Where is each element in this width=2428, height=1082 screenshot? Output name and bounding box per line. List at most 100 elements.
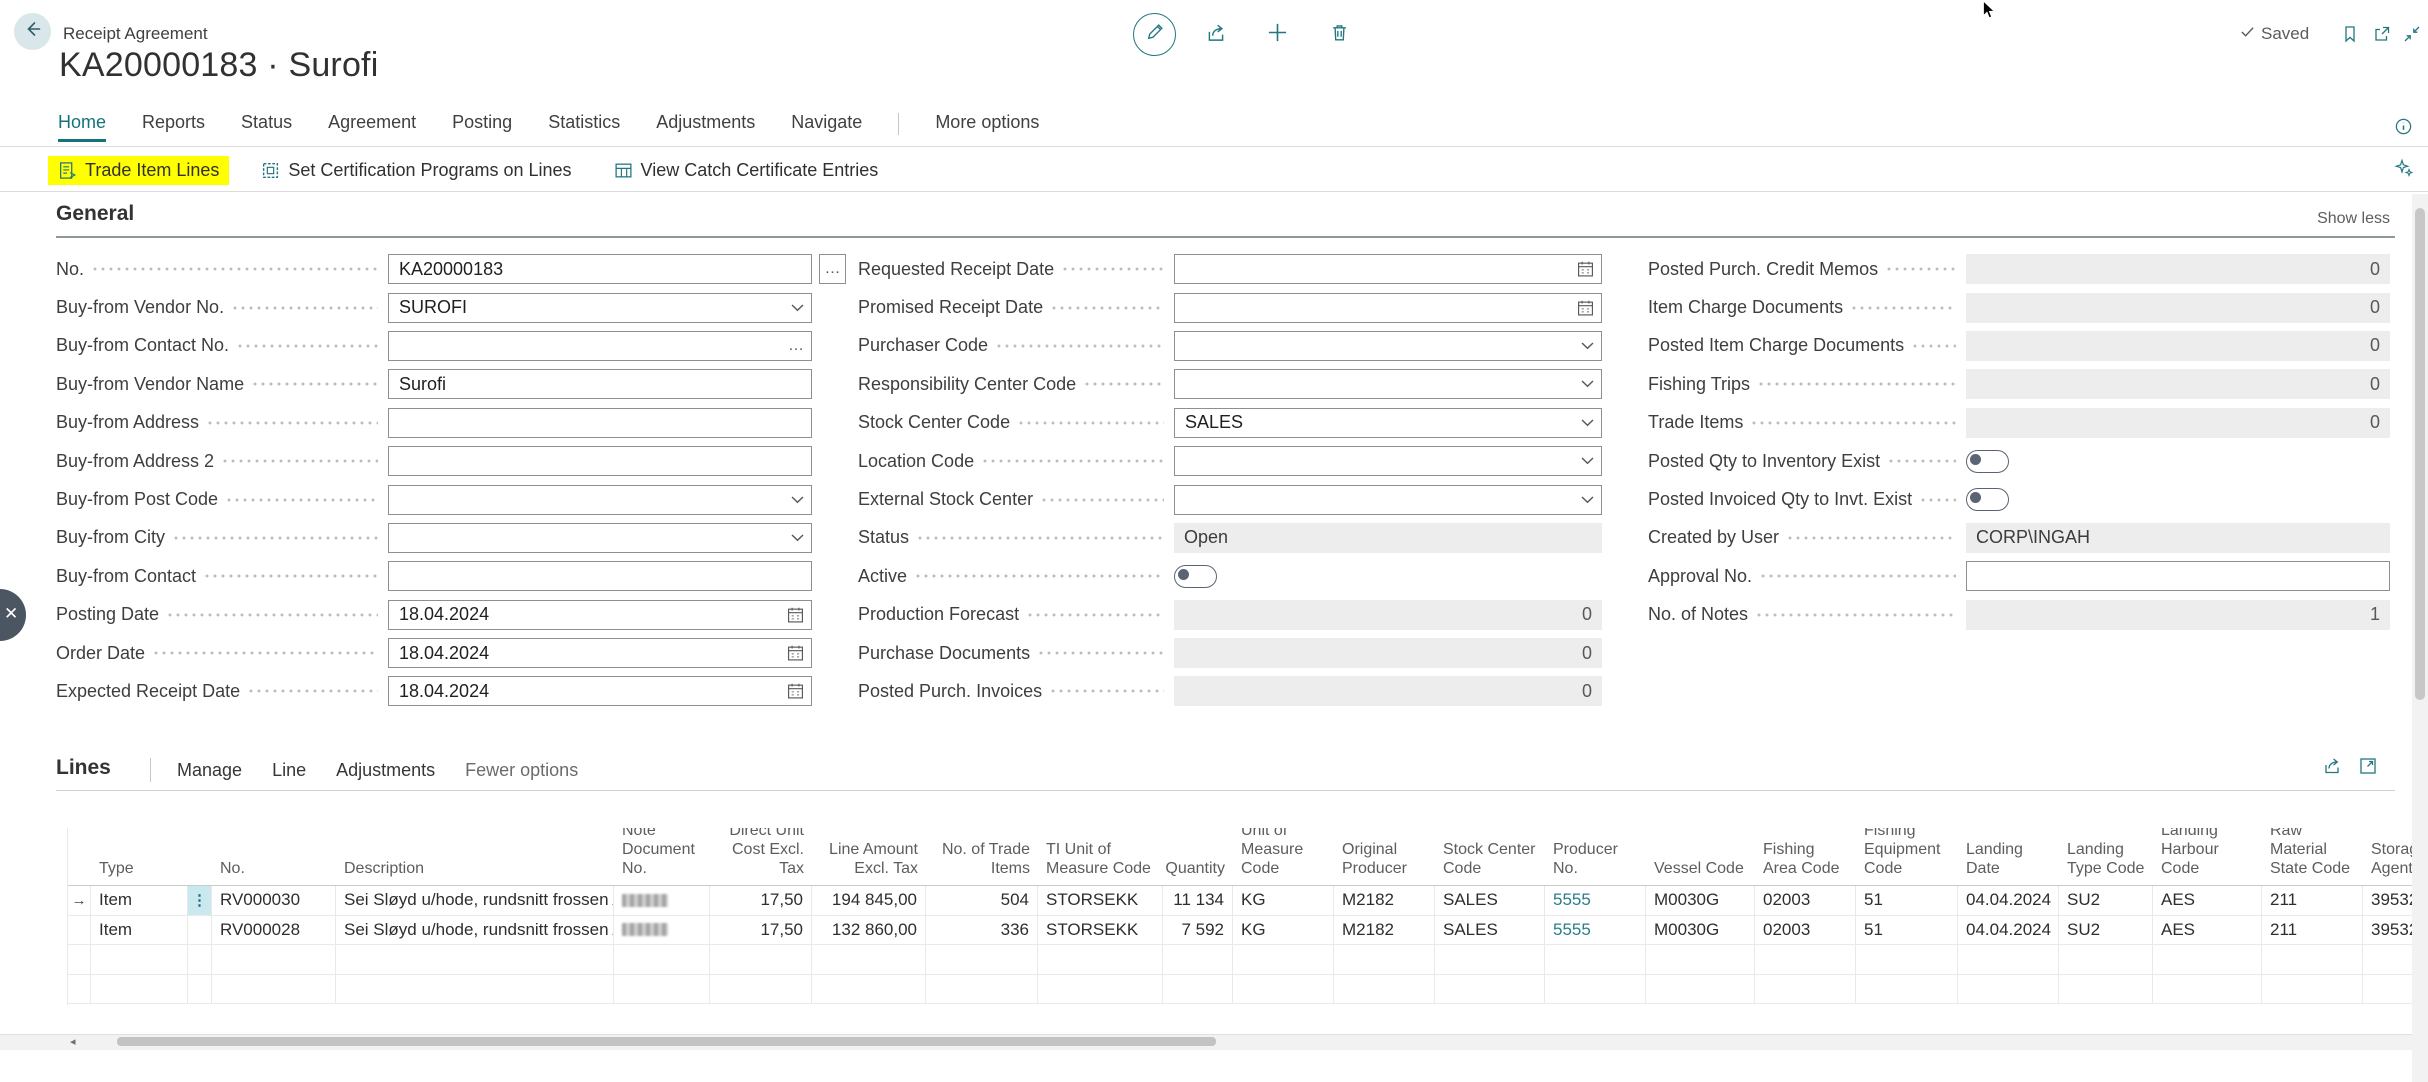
line_amount_excl_tax-cell[interactable]: 194 845,00 [812,886,926,916]
unit_of_measure_code-cell[interactable]: KG [1233,886,1334,916]
vertical-scrollbar-thumb[interactable] [2415,208,2425,700]
buy-from-vendor-no-field[interactable]: SUROFI [388,293,812,323]
external-stock-center-field[interactable] [1174,485,1602,515]
raw_material_state_code-cell[interactable]: 211 [2262,886,2363,916]
active-toggle[interactable] [1174,565,1217,588]
col-header-direct_unit_cost_excl_tax[interactable]: Direct Unit Cost Excl. Tax [710,828,812,886]
tab-posting[interactable]: Posting [452,112,512,139]
fishing_equipment_code-cell[interactable]: 51 [1856,916,1958,946]
landing_harbour_code-cell[interactable]: AES [2153,916,2262,946]
row-menu-button[interactable] [188,916,212,946]
action-set-certification-programs-on-lines[interactable]: Set Certification Programs on Lines [251,156,581,185]
location-code-field[interactable] [1174,446,1602,476]
col-header-landing_type_code[interactable]: Landing Type Code [2059,828,2153,886]
landing_date-cell[interactable]: 04.04.2024 [1958,916,2059,946]
direct_unit_cost_excl_tax-cell[interactable]: 17,50 [710,886,812,916]
approval-no-field[interactable] [1966,561,2390,591]
more-options-button[interactable]: More options [935,112,1039,133]
chevron-down-icon[interactable] [1581,380,1594,388]
no-field[interactable]: KA20000183 [388,254,812,284]
fewer-options-button[interactable]: Fewer options [465,760,578,781]
col-header-description[interactable]: Description [336,828,614,886]
lines-menu-line[interactable]: Line [272,760,306,781]
vessel_code-cell[interactable]: M0030G [1646,886,1755,916]
unit_of_measure_code-cell[interactable]: KG [1233,916,1334,946]
col-header-rowmenu[interactable] [188,828,212,886]
tab-home[interactable]: Home [58,112,106,142]
tab-statistics[interactable]: Statistics [548,112,620,139]
chevron-down-icon[interactable] [791,496,804,504]
calendar-icon[interactable] [787,606,804,623]
lines-section-heading[interactable]: Lines [56,756,111,780]
fishing_area_code-cell[interactable]: 02003 [1755,916,1856,946]
ellipsis-icon[interactable]: … [788,338,804,354]
chevron-down-icon[interactable] [1581,457,1594,465]
delete-button[interactable] [1329,22,1350,48]
calendar-icon[interactable] [1577,261,1594,278]
back-button[interactable] [14,13,51,50]
tab-navigate[interactable]: Navigate [791,112,862,139]
sparkle-button[interactable] [2394,158,2414,183]
raw_material_state_code-cell[interactable]: 211 [2262,916,2363,946]
promised-receipt-date-field[interactable] [1174,293,1602,323]
col-header-fishing_equipment_code[interactable]: Fishing Equipment Code [1856,828,1958,886]
ti_unit_of_measure_code-cell[interactable]: STORSEKK [1038,886,1163,916]
scroll-left-arrow-icon[interactable]: ◂ [70,1035,76,1048]
col-header-no[interactable]: No. [212,828,336,886]
fishing_area_code-cell[interactable]: 02003 [1755,886,1856,916]
new-button[interactable] [1266,21,1289,49]
general-section-heading[interactable]: General [56,202,134,226]
stock_center_code-cell[interactable]: SALES [1435,886,1545,916]
buy-from-address-2-field[interactable] [388,446,812,476]
bookmark-button[interactable] [2340,24,2360,49]
direct_unit_cost_excl_tax-cell[interactable]: 17,50 [710,916,812,946]
posting-date-field[interactable]: 18.04.2024 [388,600,812,630]
buy-from-contact-field[interactable] [388,561,812,591]
landing_date-cell[interactable]: 04.04.2024 [1958,886,2059,916]
action-view-catch-certificate-entries[interactable]: View Catch Certificate Entries [604,156,889,185]
buy-from-city-field[interactable] [388,523,812,553]
action-trade-item-lines[interactable]: Trade Item Lines [48,156,229,185]
landing_harbour_code-cell[interactable]: AES [2153,886,2262,916]
note_document_no-cell[interactable] [614,886,710,916]
ti_unit_of_measure_code-cell[interactable]: STORSEKK [1038,916,1163,946]
col-header-no_of_trade_items[interactable]: No. of Trade Items [926,828,1038,886]
col-header-landing_date[interactable]: Landing Date [1958,828,2059,886]
col-header-fishing_area_code[interactable]: Fishing Area Code [1755,828,1856,886]
quantity-cell[interactable]: 11 134 [1163,886,1233,916]
expected-receipt-date-field[interactable]: 18.04.2024 [388,676,812,706]
row-menu-icon[interactable]: ⋮ [188,886,212,916]
posted-qty-to-inventory-exist-toggle[interactable] [1966,450,2009,473]
tab-agreement[interactable]: Agreement [328,112,416,139]
horizontal-scrollbar-thumb[interactable] [117,1037,1216,1046]
chevron-down-icon[interactable] [1581,496,1594,504]
type-cell[interactable]: Item [91,916,188,946]
buy-from-address-field[interactable] [388,408,812,438]
buy-from-post-code-field[interactable] [388,485,812,515]
stock-center-code-field[interactable]: SALES [1174,408,1602,438]
no_of_trade_items-cell[interactable]: 504 [926,886,1038,916]
col-header-ti_unit_of_measure_code[interactable]: TI Unit of Measure Code [1038,828,1163,886]
description-cell[interactable]: Sei Sløyd u/hode, rundsnitt frossen A [336,886,614,916]
col-header-note_document_no[interactable]: Note Document No. [614,828,710,886]
lines-menu-manage[interactable]: Manage [177,760,242,781]
edit-button[interactable] [1133,13,1176,56]
show-less-link[interactable]: Show less [2317,210,2390,228]
landing_type_code-cell[interactable]: SU2 [2059,916,2153,946]
chevron-down-icon[interactable] [791,534,804,542]
collapse-window-button[interactable] [2402,24,2422,49]
col-header-vessel_code[interactable]: Vessel Code [1646,828,1755,886]
no-cell[interactable]: RV000028 [212,916,336,946]
tab-status[interactable]: Status [241,112,292,139]
posted-invoiced-qty-to-invt-exist-toggle[interactable] [1966,488,2009,511]
col-header-indicator[interactable] [68,828,91,886]
info-button[interactable] [2394,117,2413,141]
tab-adjustments[interactable]: Adjustments [656,112,755,139]
side-panel-fab[interactable]: ✕ [0,589,26,641]
calendar-icon[interactable] [787,683,804,700]
chevron-down-icon[interactable] [1581,419,1594,427]
col-header-original_producer[interactable]: Original Producer [1334,828,1435,886]
original_producer-cell[interactable]: M2182 [1334,886,1435,916]
no-cell[interactable]: RV000030 [212,886,336,916]
requested-receipt-date-field[interactable] [1174,254,1602,284]
